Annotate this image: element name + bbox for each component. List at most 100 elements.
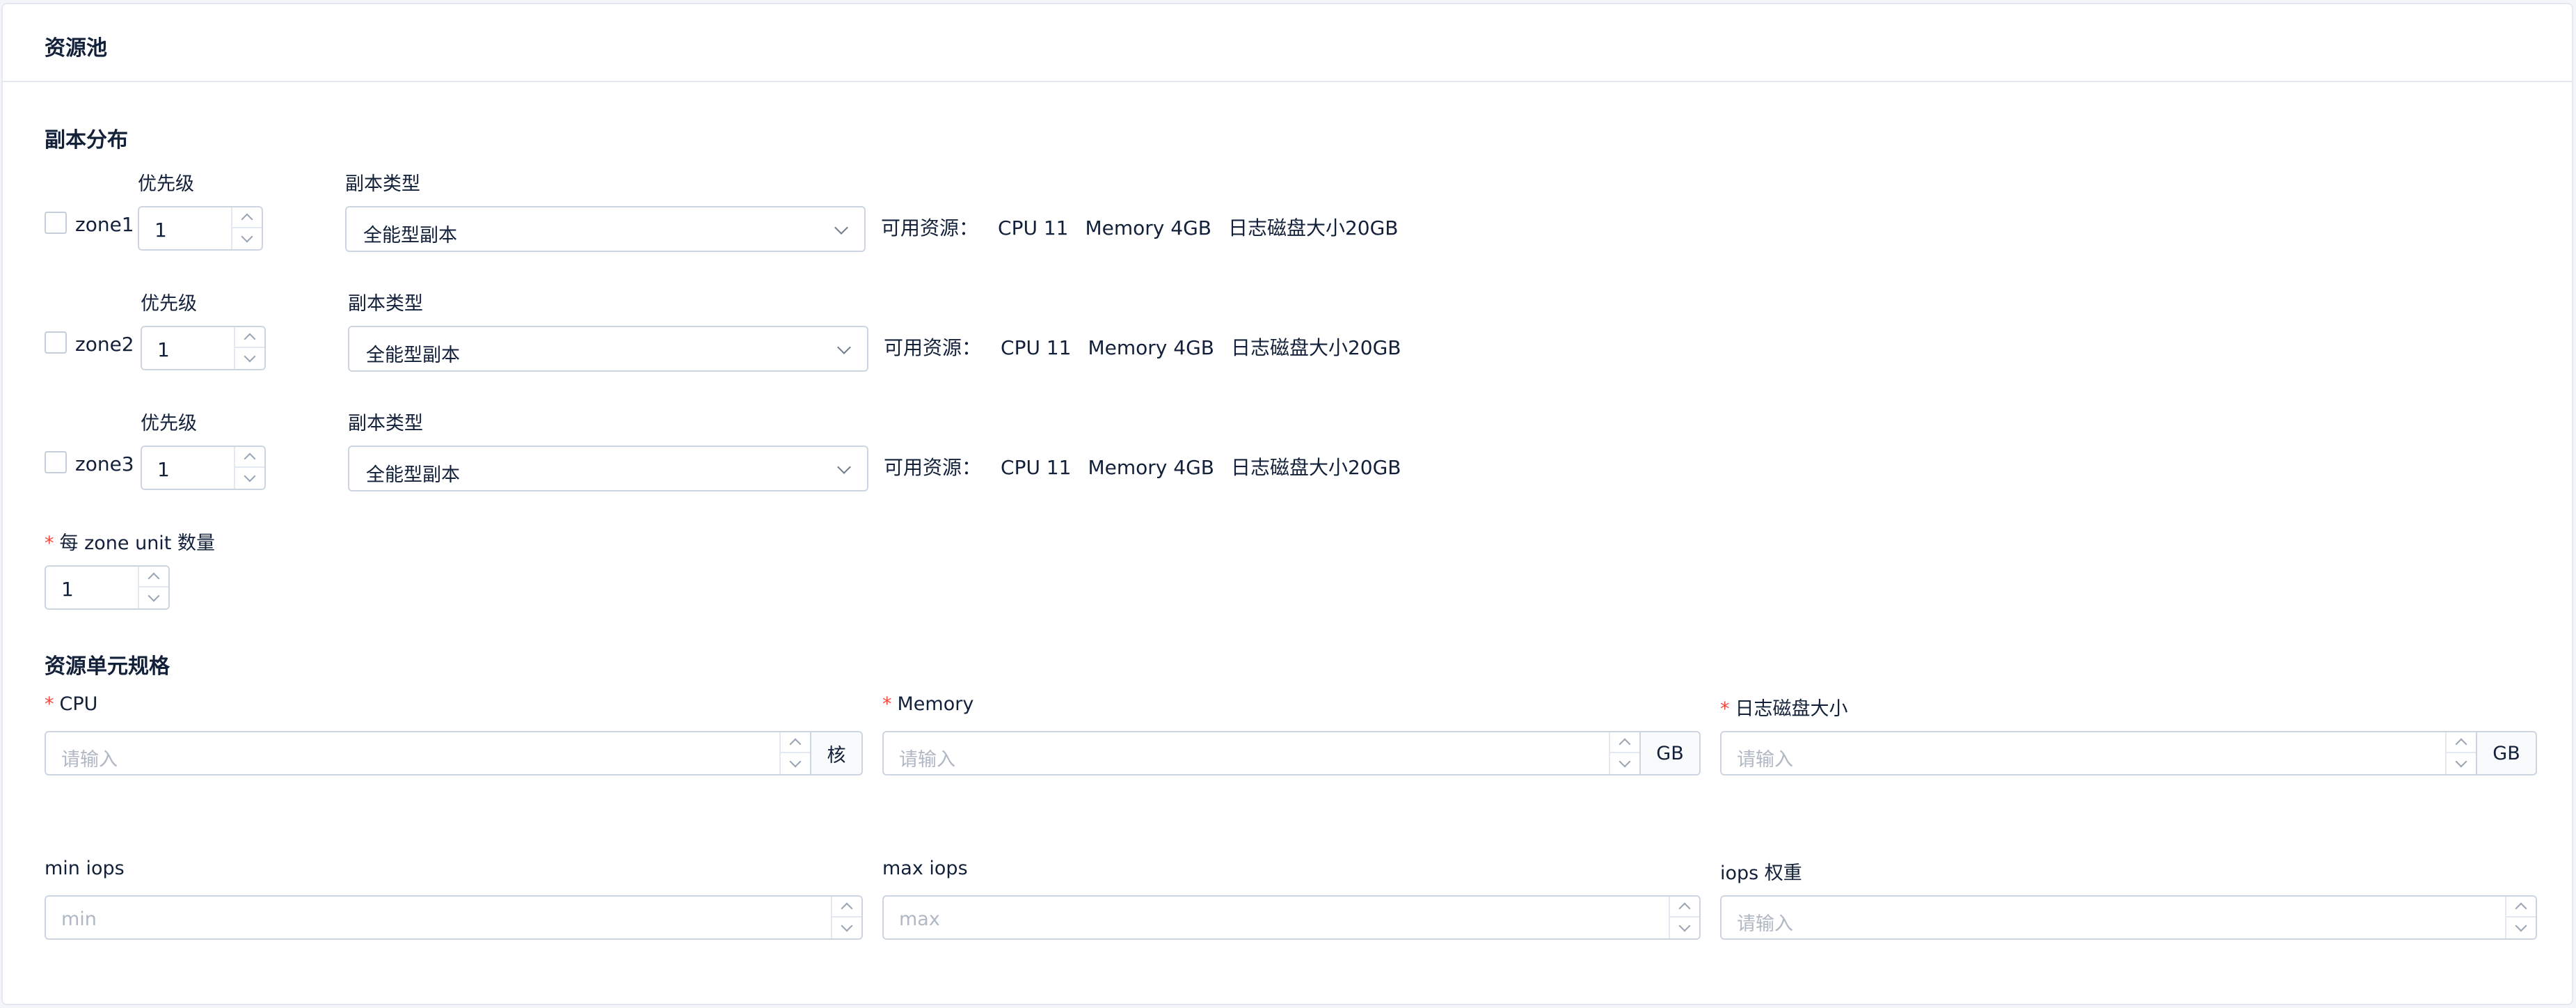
card-header: 资源池 [3, 4, 2572, 82]
iops-weight-stepper [2505, 897, 2536, 938]
zone3-type-label: 副本类型 [348, 413, 423, 434]
iops-weight-placeholder: 请输入 [1737, 913, 1793, 935]
available-disk: 日志磁盘大小20GB [1230, 456, 1401, 479]
chevron-down-icon [1619, 755, 1631, 768]
increment-button[interactable] [1610, 732, 1639, 753]
decrement-button[interactable] [1670, 918, 1699, 938]
zone1-label: zone1 [75, 213, 134, 236]
zone2-available-resources: 可用资源： CPU 11 Memory 4GB 日志磁盘大小20GB [884, 333, 1418, 361]
max-iops-input[interactable]: max [882, 895, 1701, 940]
increment-button[interactable] [2447, 732, 2476, 753]
disk-unit-addon: GB [2476, 732, 2536, 774]
decrement-button[interactable] [235, 468, 264, 489]
unit-count-input[interactable]: 1 [45, 565, 170, 610]
memory-input[interactable]: 请输入 GB [882, 731, 1701, 775]
available-memory: Memory 4GB [1085, 216, 1211, 239]
chevron-down-icon [1678, 920, 1691, 932]
chevron-up-icon [2455, 738, 2467, 750]
required-mark: * [45, 533, 54, 554]
zone3-available-resources: 可用资源： CPU 11 Memory 4GB 日志磁盘大小20GB [884, 452, 1418, 480]
zone1-priority-value: 1 [154, 219, 167, 242]
zone3-checkbox[interactable] [45, 451, 67, 473]
increment-button[interactable] [2506, 897, 2536, 918]
disk-label-text: 日志磁盘大小 [1735, 698, 1848, 720]
zone2-priority-label: 优先级 [141, 293, 197, 315]
decrement-button[interactable] [139, 588, 168, 608]
min-iops-input[interactable]: min [45, 895, 863, 940]
chevron-down-icon [241, 230, 253, 243]
chevron-down-icon [789, 755, 802, 768]
available-memory: Memory 4GB [1088, 336, 1214, 359]
zone3-label: zone3 [75, 452, 134, 475]
available-disk: 日志磁盘大小20GB [1230, 336, 1401, 359]
zone3-type-value: 全能型副本 [366, 464, 460, 486]
zone3-priority-stepper [234, 447, 264, 489]
spec-section-title: 资源单元规格 [45, 654, 170, 679]
chevron-down-icon [2455, 755, 2467, 768]
zone2-checkbox[interactable] [45, 331, 67, 354]
decrement-button[interactable] [232, 228, 262, 249]
increment-button[interactable] [1670, 897, 1699, 918]
decrement-button[interactable] [2506, 918, 2536, 938]
zone2-label: zone2 [75, 333, 134, 356]
zone2-priority-stepper [234, 327, 264, 369]
cpu-input[interactable]: 请输入 核 [45, 731, 863, 775]
chevron-up-icon [841, 902, 853, 915]
zone1-priority-stepper [231, 207, 262, 249]
unit-count-stepper [138, 567, 168, 608]
chevron-up-icon [2515, 902, 2527, 915]
required-mark: * [45, 693, 54, 715]
available-cpu: CPU 11 [998, 216, 1069, 239]
unit-count-label-text: 每 zone unit 数量 [59, 533, 215, 554]
chevron-down-icon [244, 470, 256, 482]
zone2-type-label: 副本类型 [348, 293, 423, 315]
cpu-label: * CPU [45, 693, 97, 715]
increment-button[interactable] [781, 732, 810, 753]
chevron-up-icon [241, 213, 253, 226]
zone3-priority-input[interactable]: 1 [141, 446, 266, 490]
disk-placeholder: 请输入 [1737, 749, 1793, 771]
increment-button[interactable] [235, 327, 264, 348]
decrement-button[interactable] [832, 918, 861, 938]
min-iops-label: min iops [45, 858, 125, 879]
iops-weight-input[interactable]: 请输入 [1720, 895, 2537, 940]
decrement-button[interactable] [1610, 753, 1639, 774]
decrement-button[interactable] [2447, 753, 2476, 774]
disk-input[interactable]: 请输入 GB [1720, 731, 2537, 775]
cpu-placeholder: 请输入 [61, 749, 118, 771]
cpu-stepper [779, 732, 810, 774]
min-iops-stepper [831, 897, 861, 938]
zone3-priority-label: 优先级 [141, 413, 197, 434]
chevron-up-icon [1678, 902, 1691, 915]
available-cpu: CPU 11 [1001, 336, 1072, 359]
zone1-available-resources: 可用资源： CPU 11 Memory 4GB 日志磁盘大小20GB [881, 213, 1415, 241]
chevron-down-icon [834, 221, 848, 235]
chevron-down-icon [244, 350, 256, 363]
zone1-checkbox[interactable] [45, 212, 67, 234]
card-title: 资源池 [45, 36, 107, 61]
increment-button[interactable] [235, 447, 264, 468]
available-memory: Memory 4GB [1088, 456, 1214, 479]
chevron-up-icon [1619, 738, 1631, 750]
increment-button[interactable] [832, 897, 861, 918]
iops-weight-label: iops 权重 [1720, 863, 1802, 884]
replica-section-title: 副本分布 [45, 128, 128, 152]
zone2-priority-input[interactable]: 1 [141, 326, 266, 370]
chevron-down-icon [837, 340, 851, 354]
unit-count-label: * 每 zone unit 数量 [45, 528, 215, 555]
memory-label-text: Memory [897, 693, 974, 715]
zone1-type-select[interactable]: 全能型副本 [345, 206, 866, 252]
decrement-button[interactable] [781, 753, 810, 774]
required-mark: * [882, 693, 892, 715]
chevron-down-icon [2515, 920, 2527, 932]
max-iops-stepper [1669, 897, 1699, 938]
decrement-button[interactable] [235, 348, 264, 369]
memory-placeholder: 请输入 [899, 749, 955, 771]
chevron-down-icon [841, 920, 853, 932]
zone3-type-select[interactable]: 全能型副本 [348, 446, 868, 491]
increment-button[interactable] [139, 567, 168, 588]
zone1-priority-input[interactable]: 1 [138, 206, 263, 251]
zone2-type-select[interactable]: 全能型副本 [348, 326, 868, 372]
available-label: 可用资源： [884, 456, 982, 479]
increment-button[interactable] [232, 207, 262, 228]
